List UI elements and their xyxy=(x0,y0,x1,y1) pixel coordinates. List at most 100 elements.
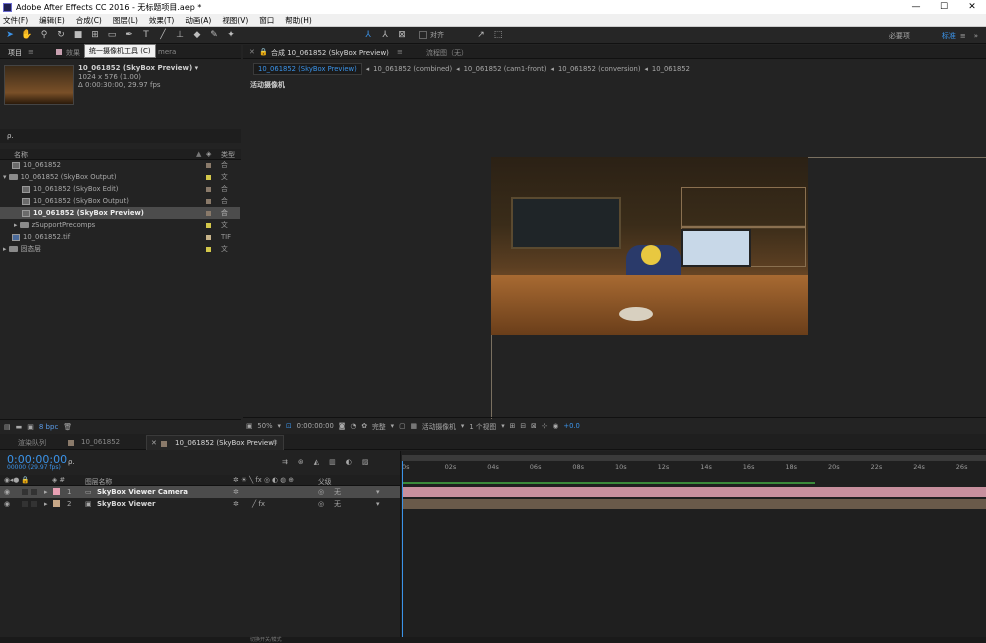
workspace-more-button[interactable]: » xyxy=(974,32,978,40)
tab-render-queue[interactable]: 渲染队列 xyxy=(18,438,46,448)
shy-icon[interactable]: ◭ xyxy=(314,458,319,466)
rotate-tool-icon[interactable]: ↻ xyxy=(54,28,68,42)
frame-blend-icon[interactable]: ▥ xyxy=(329,458,336,466)
time-ruler[interactable]: 0s 02s 04s 06s 08s 10s 12s 14s 16s 18s 20s 22s 24s 26… xyxy=(402,461,986,475)
render-icon[interactable]: ⊟ xyxy=(520,422,526,430)
shy-switch-icon[interactable]: ✲ xyxy=(233,498,239,510)
interpret-footage-icon[interactable]: ▤ xyxy=(4,423,11,431)
quality-select[interactable]: 完整 xyxy=(372,421,386,431)
pickwhip-icon[interactable]: ◎ xyxy=(318,498,324,510)
label-color[interactable] xyxy=(206,223,211,228)
lock-box[interactable] xyxy=(31,489,37,495)
label-color[interactable] xyxy=(206,211,211,216)
playhead[interactable] xyxy=(402,461,403,643)
label-color[interactable] xyxy=(206,163,211,168)
list-item[interactable]: ▸ zSupportPrecomps 文 xyxy=(0,219,240,231)
label-color[interactable] xyxy=(206,235,211,240)
menu-composition[interactable]: 合成(C) xyxy=(76,15,102,26)
roi-icon[interactable]: ▢ xyxy=(399,422,405,430)
eraser-tool-icon[interactable]: ◆ xyxy=(190,28,204,42)
close-button[interactable]: ✕ xyxy=(958,0,986,14)
breadcrumb-item[interactable]: 10_061852 xyxy=(652,65,690,73)
clone-stamp-tool-icon[interactable]: ⊥ xyxy=(173,28,187,42)
snap-checkbox[interactable] xyxy=(419,31,427,39)
puppet-pin-tool-icon[interactable]: ✦ xyxy=(224,28,238,42)
brush-tool-icon[interactable]: ╱ xyxy=(156,28,170,42)
solo-box[interactable] xyxy=(22,501,28,507)
pen-tool-icon[interactable]: ✒ xyxy=(122,28,136,42)
label-color[interactable] xyxy=(206,187,211,192)
layer-row-selected[interactable]: ◉ ▸ 1 ▭ SkyBox Viewer Camera ✲ ◎ 无 ▾ xyxy=(0,486,400,498)
comp-menu-icon[interactable]: ≡ xyxy=(397,48,403,56)
flowchart-icon[interactable]: ⊹ xyxy=(542,422,548,430)
menu-animation[interactable]: 动画(A) xyxy=(185,15,211,26)
chevron-down-icon[interactable]: ▾ xyxy=(501,422,504,430)
tab-flowchart[interactable]: 流程图（无） xyxy=(426,48,468,58)
tab-camera-partial[interactable]: mera xyxy=(158,48,176,56)
menu-layer[interactable]: 图层(L) xyxy=(113,15,138,26)
disclosure-closed-icon[interactable]: ▸ xyxy=(14,221,17,229)
search-icon[interactable]: ρ. xyxy=(68,458,75,466)
col-layer-name[interactable]: 图层名称 xyxy=(85,476,112,486)
close-tab-icon[interactable]: ✕ xyxy=(151,439,157,447)
axis-view-icon[interactable]: ⊠ xyxy=(395,28,409,42)
bpc-button[interactable]: 8 bpc xyxy=(39,423,58,431)
motion-blur-icon[interactable]: ◐ xyxy=(346,458,352,466)
menu-edit[interactable]: 编辑(E) xyxy=(39,15,65,26)
shy-switch-icon[interactable]: ✲ xyxy=(233,486,239,498)
layer-name[interactable]: SkyBox Viewer xyxy=(97,498,155,510)
list-item[interactable]: 10_061852 (SkyBox Edit) 合 xyxy=(0,183,240,195)
breadcrumb-item[interactable]: 10_061852 (combined) xyxy=(373,65,452,73)
axis-local-icon[interactable]: ⅄ xyxy=(361,28,375,42)
draft-3d-icon[interactable]: ⊛ xyxy=(298,458,304,466)
menu-view[interactable]: 视图(V) xyxy=(222,15,248,26)
label-color[interactable] xyxy=(206,175,211,180)
layer-name[interactable]: SkyBox Viewer Camera xyxy=(97,486,188,498)
close-tab-icon[interactable]: ✕ xyxy=(249,48,255,56)
comp-mini-flowchart-icon[interactable]: ⇉ xyxy=(282,458,288,466)
eye-icon[interactable]: ◉ xyxy=(4,486,10,498)
chevron-down-icon[interactable]: ▾ xyxy=(376,498,380,510)
timecode-display[interactable]: 0:00:00:00 xyxy=(297,422,334,430)
lock-box[interactable] xyxy=(31,501,37,507)
disclosure-closed-icon[interactable]: ▸ xyxy=(44,498,48,510)
transparency-icon[interactable]: ▦ xyxy=(410,422,416,430)
menu-file[interactable]: 文件(F) xyxy=(3,15,28,26)
disclosure-open-icon[interactable]: ▾ xyxy=(3,173,6,181)
chevron-down-icon[interactable]: ▾ xyxy=(391,422,394,430)
hand-tool-icon[interactable]: ✋ xyxy=(20,28,34,42)
chevron-down-icon[interactable]: ▾ xyxy=(461,422,464,430)
snap-edge-icon[interactable]: ↗ xyxy=(474,28,488,42)
breadcrumb-item[interactable]: 10_061852 (conversion) xyxy=(558,65,641,73)
project-search[interactable]: ρ. xyxy=(0,129,241,143)
exposure-value[interactable]: +0.0 xyxy=(563,422,580,430)
roto-brush-tool-icon[interactable]: ✎ xyxy=(207,28,221,42)
tab-effects[interactable]: 效果 xyxy=(66,48,80,58)
grid-icon[interactable]: ⊞ xyxy=(510,422,516,430)
parent-select[interactable]: 无 xyxy=(334,498,341,510)
tab-comp-10061852[interactable]: 10_061852 xyxy=(81,438,120,446)
camera-select[interactable]: 活动摄像机 xyxy=(422,421,456,431)
workspace-menu-icon[interactable]: ≡ xyxy=(960,32,966,40)
show-snapshot-icon[interactable]: ◔ xyxy=(350,422,356,430)
list-item[interactable]: 10_061852.tif TIF xyxy=(0,231,240,243)
label-color[interactable] xyxy=(206,199,211,204)
lock-icon[interactable]: 🔒 xyxy=(259,48,268,56)
trash-icon[interactable]: 🗑 xyxy=(63,423,72,431)
chevron-down-icon[interactable]: ▾ xyxy=(376,486,380,498)
col-parent[interactable]: 父级 xyxy=(318,476,332,486)
list-item[interactable]: ▾ 10_061852 (SkyBox Output) 文 xyxy=(0,171,240,183)
active-timeline-tab[interactable]: ✕ 10_061852 (SkyBox Preview) xyxy=(146,435,284,450)
region-icon[interactable]: ⊡ xyxy=(286,422,292,430)
layer-label-color[interactable] xyxy=(53,488,60,495)
layer-bar-camera[interactable] xyxy=(402,487,986,497)
breadcrumb-item[interactable]: 10_061852 (cam1-front) xyxy=(464,65,547,73)
menu-window[interactable]: 窗口 xyxy=(259,15,274,26)
timeline-graph[interactable] xyxy=(400,451,986,643)
label-color[interactable] xyxy=(206,247,211,252)
always-preview-icon[interactable]: ▣ xyxy=(246,422,252,430)
channel-icon[interactable]: ✿ xyxy=(361,422,367,430)
maximize-button[interactable]: ☐ xyxy=(930,0,958,14)
timeline-menu-icon[interactable]: ≡ xyxy=(272,438,278,446)
3d-icon[interactable]: ⊠ xyxy=(531,422,537,430)
